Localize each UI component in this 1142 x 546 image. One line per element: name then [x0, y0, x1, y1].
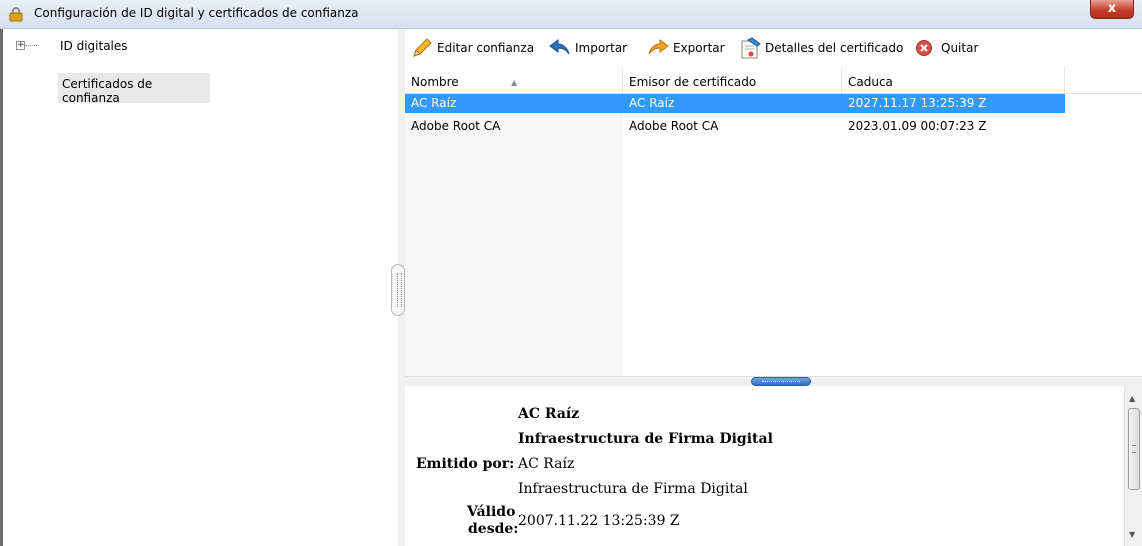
export-arrow-icon [648, 39, 669, 55]
valid-from-label-line1: Válido [467, 504, 516, 520]
issuer-organization: Infraestructura de Firma Digital [518, 481, 748, 497]
tree-item-label: Certificados de confianza [62, 77, 153, 105]
certificate-details-button[interactable]: Detalles del certificado [739, 37, 903, 59]
import-label: Importar [575, 41, 628, 55]
window-title: Configuración de ID digital y certificad… [34, 6, 359, 20]
cell-issuer: Adobe Root CA [629, 119, 719, 133]
cell-name: AC Raíz [411, 96, 457, 110]
edit-trust-button[interactable]: Editar confianza [411, 37, 534, 59]
remove-label: Quitar [941, 41, 979, 55]
valid-from-value: 2007.11.22 13:25:39 Z [518, 513, 680, 529]
certificate-details-panel: AC Raíz Infraestructura de Firma Digital… [405, 386, 1119, 546]
scroll-up-icon[interactable]: ▲ [1129, 394, 1135, 403]
cell-expires: 2027.11.17 13:25:39 Z [848, 96, 987, 110]
close-button[interactable]: x [1090, 0, 1134, 19]
splitter-grip-icon[interactable] [751, 377, 811, 386]
column-header-name-label: Nombre [411, 75, 459, 89]
toolbar: Editar confianza Importar Exportar Detal… [405, 29, 1142, 67]
export-button[interactable]: Exportar [647, 37, 725, 59]
tree-pane: + ID digitales Certificados de confianza [0, 29, 398, 546]
import-button[interactable]: Importar [549, 37, 627, 59]
table-row[interactable]: AC Raíz AC Raíz 2027.11.17 13:25:39 Z [405, 94, 1065, 113]
tree-connector [25, 45, 37, 46]
remove-button[interactable]: Quitar [915, 37, 978, 59]
splitter-grip-icon[interactable] [391, 264, 405, 316]
certificate-details-label: Detalles del certificado [765, 41, 904, 55]
edit-trust-label: Editar confianza [437, 41, 535, 55]
details-scrollbar[interactable]: ▲ ▼ [1124, 386, 1142, 546]
cell-name: Adobe Root CA [411, 119, 501, 133]
certificates-table: Nombre ▲ Emisor de certificado Caduca AC… [405, 67, 1142, 376]
scroll-thumb[interactable] [1128, 408, 1140, 490]
issuer-name: AC Raíz [518, 456, 575, 472]
subject-organization: Infraestructura de Firma Digital [518, 431, 773, 447]
certificate-icon [741, 37, 761, 59]
remove-icon [916, 40, 932, 56]
table-row[interactable]: Adobe Root CA Adobe Root CA 2023.01.09 0… [405, 117, 1065, 136]
export-label: Exportar [673, 41, 725, 55]
pencil-icon [413, 38, 432, 57]
issued-by-label: Emitido por: [416, 456, 515, 472]
title-bar: Configuración de ID digital y certificad… [0, 0, 1142, 29]
subject-name: AC Raíz [518, 406, 580, 422]
column-header-expires[interactable]: Caduca [842, 67, 1065, 93]
table-header: Nombre ▲ Emisor de certificado Caduca [405, 67, 1142, 94]
cell-expires: 2023.01.09 00:07:23 Z [848, 119, 987, 133]
lock-icon [9, 7, 23, 22]
column-header-issuer[interactable]: Emisor de certificado [623, 67, 842, 93]
scroll-down-icon[interactable]: ▼ [1129, 530, 1135, 539]
valid-from-label-line2: desde: [468, 521, 519, 537]
column-header-name[interactable]: Nombre ▲ [405, 67, 623, 93]
tree-item-trusted-certificates[interactable]: Certificados de confianza [58, 73, 210, 105]
import-arrow-icon [549, 39, 570, 55]
tree-item-digital-ids[interactable]: ID digitales [60, 39, 128, 53]
cell-issuer: AC Raíz [629, 96, 675, 110]
tree-expander-icon[interactable]: + [16, 41, 25, 50]
